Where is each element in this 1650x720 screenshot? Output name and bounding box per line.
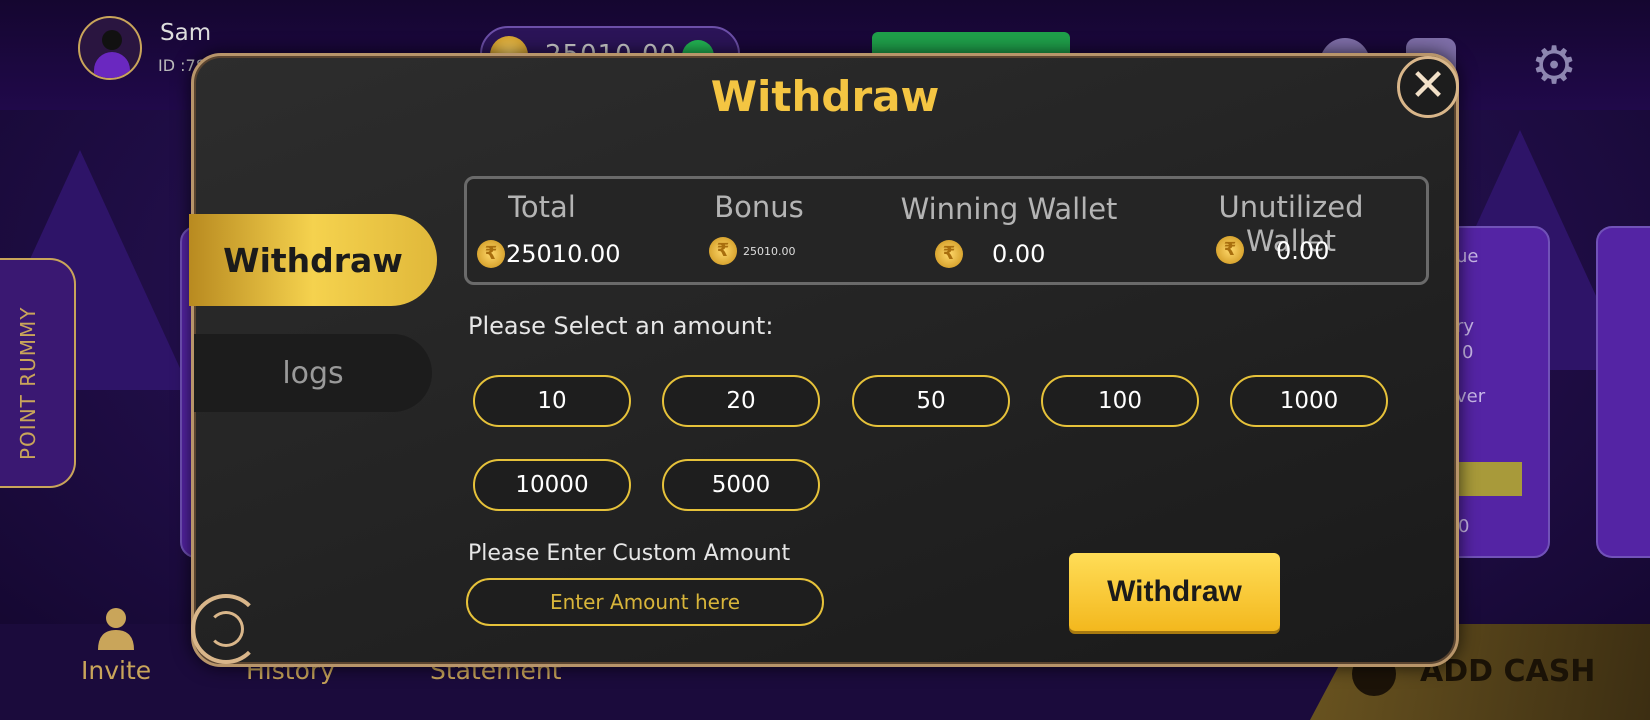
- amount-option[interactable]: 10: [473, 375, 631, 427]
- card-snippet: ue: [1456, 246, 1479, 267]
- card-button[interactable]: [1454, 462, 1522, 496]
- avatar-head-icon: [102, 30, 122, 50]
- wallet-bonus-label: Bonus: [714, 190, 804, 224]
- side-tab-point-rummy[interactable]: POINT RUMMY: [0, 258, 76, 488]
- card-snippet: 0: [1458, 516, 1470, 537]
- wallet-winning-label: Winning Wallet: [900, 192, 1118, 226]
- amount-option[interactable]: 10000: [473, 459, 631, 511]
- gear-icon[interactable]: ⚙: [1528, 40, 1580, 92]
- amount-option[interactable]: 100: [1041, 375, 1199, 427]
- nav-invite[interactable]: Invite: [81, 656, 151, 685]
- withdraw-submit-button[interactable]: Withdraw: [1069, 553, 1280, 631]
- modal-title: Withdraw: [710, 72, 940, 121]
- amount-option[interactable]: 20: [662, 375, 820, 427]
- rupee-coin-icon: ₹: [477, 240, 505, 268]
- tab-logs[interactable]: logs: [194, 334, 432, 412]
- invite-icon: [98, 608, 134, 650]
- card-snippet: 0: [1462, 342, 1474, 363]
- close-icon[interactable]: ✕: [1397, 56, 1459, 118]
- card-snippet: ver: [1456, 386, 1486, 407]
- corner-ornament-inner-icon: [208, 611, 244, 647]
- custom-amount-label: Please Enter Custom Amount: [468, 541, 791, 566]
- custom-amount-input[interactable]: [466, 578, 824, 626]
- wallet-winning-value: 0.00: [992, 240, 1046, 268]
- side-tab-label: POINT RUMMY: [16, 306, 40, 461]
- rupee-coin-icon: ₹: [709, 237, 737, 265]
- username: Sam: [160, 20, 212, 46]
- wallet-unutilized-value: 0.00: [1276, 237, 1330, 265]
- wallet-bonus-value: 25010.00: [743, 245, 796, 258]
- avatar[interactable]: [78, 16, 142, 80]
- amount-option[interactable]: 1000: [1230, 375, 1388, 427]
- tab-withdraw[interactable]: Withdraw: [189, 214, 437, 306]
- wallet-total-label: Total: [508, 190, 576, 224]
- rupee-coin-icon: ₹: [1216, 236, 1244, 264]
- game-card-far-right[interactable]: [1596, 226, 1650, 558]
- amount-option[interactable]: 5000: [662, 459, 820, 511]
- amount-option[interactable]: 50: [852, 375, 1010, 427]
- rupee-coin-icon: ₹: [935, 240, 963, 268]
- avatar-body-icon: [94, 52, 130, 78]
- select-amount-label: Please Select an amount:: [468, 312, 774, 340]
- wallet-total-value: 25010.00: [506, 240, 621, 268]
